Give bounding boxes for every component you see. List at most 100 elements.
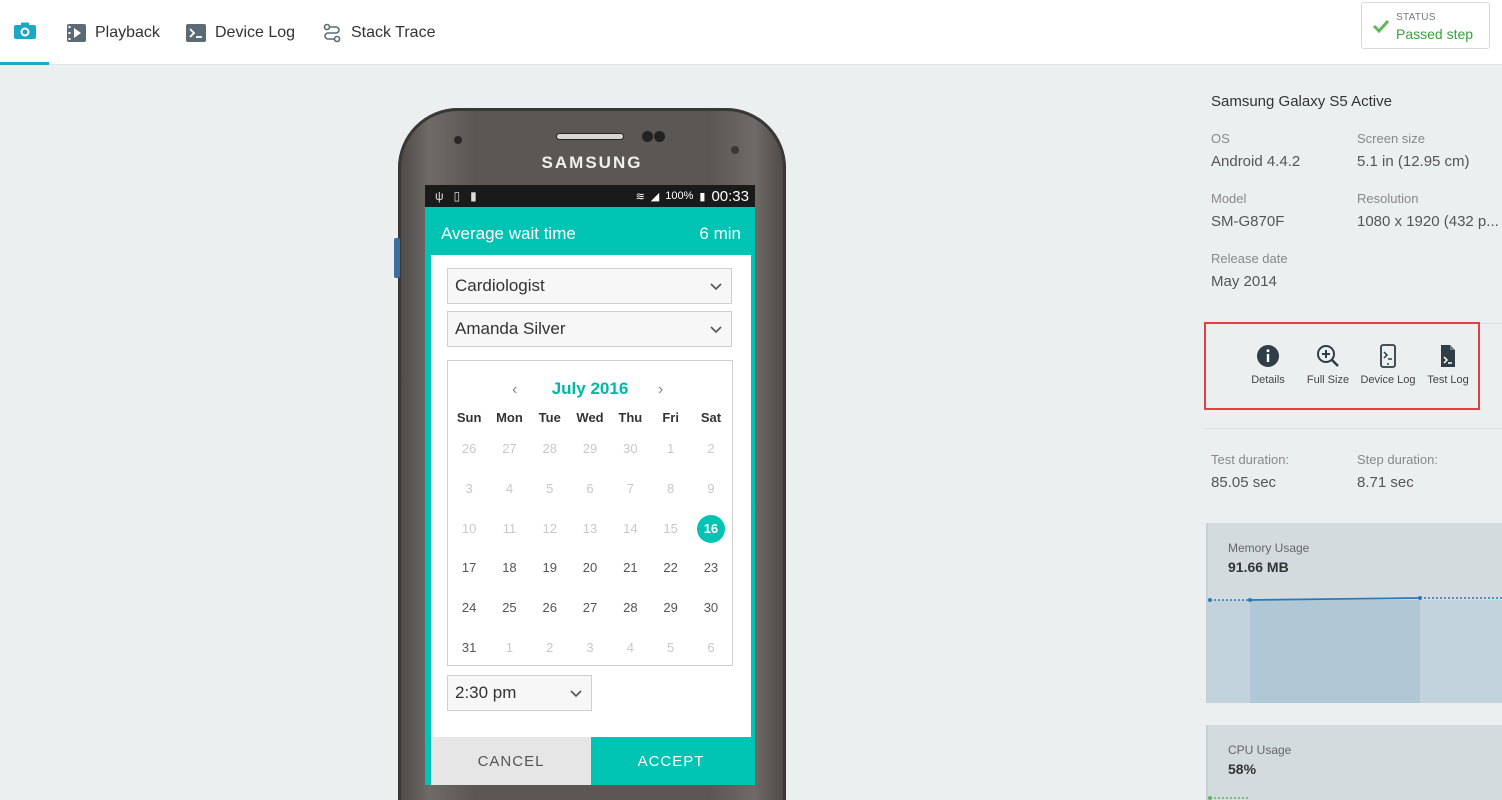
full-size-button[interactable]: Full Size bbox=[1298, 344, 1358, 386]
usb-icon: ψ bbox=[435, 189, 444, 203]
time-select[interactable]: 2:30 pm bbox=[447, 675, 592, 711]
calendar-day: 30 bbox=[623, 441, 638, 456]
calendar-grid: Sun Mon Tue Wed Thu Fri Sat 26 27 28 29 30 1 2 3 4 5 6 7 8 9… bbox=[449, 407, 731, 668]
battery-percent: 100% bbox=[665, 190, 694, 202]
calendar-day[interactable]: 17 bbox=[449, 548, 489, 588]
phone-side-button bbox=[394, 238, 400, 278]
release-date-label: Release date bbox=[1211, 251, 1288, 266]
step-duration-label: Step duration: bbox=[1357, 452, 1438, 467]
test-log-button[interactable]: Test Log bbox=[1418, 344, 1478, 386]
test-log-label: Test Log bbox=[1427, 374, 1469, 386]
weekday-header: Sun bbox=[456, 410, 482, 425]
calendar-day: 11 bbox=[502, 520, 517, 536]
tab-playback[interactable]: Playback bbox=[67, 0, 160, 65]
model-value: SM-G870F bbox=[1211, 213, 1285, 230]
specialty-select[interactable]: Cardiologist bbox=[447, 268, 732, 304]
memory-usage-graph bbox=[1208, 596, 1502, 703]
weekday-header: Thu bbox=[618, 410, 643, 425]
doctor-select[interactable]: Amanda Silver bbox=[447, 311, 732, 347]
model-label: Model bbox=[1211, 191, 1247, 206]
calendar-day: 1 bbox=[667, 441, 675, 456]
screen-size-value: 5.1 in (12.95 cm) bbox=[1357, 153, 1470, 170]
calendar-day[interactable]: 30 bbox=[691, 588, 731, 628]
calendar-day[interactable]: 24 bbox=[449, 588, 489, 628]
calendar-day[interactable]: 28 bbox=[610, 588, 650, 628]
calendar-day[interactable]: 19 bbox=[530, 548, 570, 588]
battery-icon: ▮ bbox=[699, 190, 706, 203]
status-value: Passed step bbox=[1396, 26, 1474, 42]
divider bbox=[1204, 428, 1502, 429]
calendar-day: 4 bbox=[626, 639, 634, 655]
top-toolbar: Playback Device Log Stack Trace STATUS P… bbox=[0, 0, 1502, 65]
calendar-day: 6 bbox=[586, 480, 594, 496]
wifi-icon: ≋ bbox=[635, 190, 645, 203]
booking-dialog: Average wait time 6 min Cardiologist Ama… bbox=[431, 213, 751, 785]
resolution-value: 1080 x 1920 (432 p... bbox=[1357, 213, 1499, 230]
calendar-day[interactable]: 27 bbox=[570, 588, 610, 628]
calendar-day: 29 bbox=[582, 441, 598, 456]
calendar-day: 5 bbox=[546, 480, 554, 496]
chevron-right-icon[interactable]: › bbox=[658, 381, 663, 399]
phone-brand: SAMSUNG bbox=[541, 153, 643, 172]
calendar-day: 10 bbox=[461, 520, 477, 536]
calendar-day: 12 bbox=[542, 520, 557, 536]
accept-button[interactable]: ACCEPT bbox=[591, 737, 751, 785]
details-button[interactable]: Details bbox=[1238, 344, 1298, 386]
phone-camera bbox=[642, 131, 653, 142]
android-statusbar: ψ ▯ ▮ ≋ ◢ 100% ▮ 00:33 bbox=[425, 185, 755, 207]
calendar-day[interactable]: 31 bbox=[449, 628, 489, 668]
chevron-down-icon bbox=[710, 283, 722, 291]
specialty-value: Cardiologist bbox=[455, 276, 545, 295]
calendar-day: 3 bbox=[586, 639, 594, 655]
wait-time-value: 6 min bbox=[699, 224, 741, 243]
calendar-day[interactable]: 23 bbox=[691, 548, 731, 588]
calendar-day: 2 bbox=[707, 441, 715, 456]
date-picker: ‹ July 2016 › Sun Mon Tue Wed Thu Fri Sat 26 27 2… bbox=[447, 360, 733, 666]
tab-device-log[interactable]: Device Log bbox=[186, 0, 295, 65]
cancel-button[interactable]: CANCEL bbox=[431, 737, 591, 785]
weekday-header: Wed bbox=[576, 410, 604, 425]
status-label: STATUS bbox=[1396, 12, 1436, 23]
signal-icon: ◢ bbox=[650, 190, 660, 203]
device-screen: ψ ▯ ▮ ≋ ◢ 100% ▮ 00:33 Average wait time… bbox=[425, 185, 755, 785]
test-log-icon bbox=[1441, 345, 1455, 367]
camera-icon bbox=[13, 22, 36, 39]
doctor-value: Amanda Silver bbox=[455, 319, 566, 338]
memory-usage-card: Memory Usage 91.66 MB bbox=[1206, 523, 1502, 703]
device-log-button[interactable]: Device Log bbox=[1358, 344, 1418, 386]
calendar-day: 14 bbox=[623, 520, 638, 536]
zoom-in-icon bbox=[1317, 345, 1339, 367]
calendar-day: 2 bbox=[546, 639, 554, 655]
terminal-icon bbox=[186, 23, 206, 42]
calendar-day[interactable]: 29 bbox=[650, 588, 690, 628]
calendar-day[interactable]: 22 bbox=[650, 548, 690, 588]
calendar-day[interactable]: 18 bbox=[489, 548, 529, 588]
calendar-month: July 2016 bbox=[551, 379, 629, 398]
wait-time-label: Average wait time bbox=[441, 224, 576, 243]
release-date-value: May 2014 bbox=[1211, 273, 1277, 290]
calendar-day[interactable]: 20 bbox=[570, 548, 610, 588]
calendar-day[interactable]: 26 bbox=[530, 588, 570, 628]
screen-size-label: Screen size bbox=[1357, 131, 1425, 146]
phone-speaker bbox=[556, 133, 624, 140]
calendar-day[interactable]: 25 bbox=[489, 588, 529, 628]
calendar-day[interactable]: 21 bbox=[610, 548, 650, 588]
weekday-header: Fri bbox=[662, 410, 679, 425]
test-duration-label: Test duration: bbox=[1211, 452, 1290, 467]
weekday-header: Sat bbox=[700, 410, 722, 425]
tab-stack-trace[interactable]: Stack Trace bbox=[322, 0, 435, 65]
calendar-day: 8 bbox=[667, 480, 675, 496]
tab-device-log-label: Device Log bbox=[215, 23, 296, 41]
tab-screenshot[interactable] bbox=[0, 0, 49, 65]
calendar-day: 3 bbox=[465, 480, 473, 496]
details-label: Details bbox=[1251, 374, 1285, 386]
cpu-usage-graph bbox=[1208, 796, 1248, 800]
os-value: Android 4.4.2 bbox=[1211, 153, 1301, 170]
calendar-day: 13 bbox=[582, 520, 598, 536]
app-container: Average wait time 6 min Cardiologist Ama… bbox=[425, 207, 755, 785]
full-size-label: Full Size bbox=[1306, 374, 1350, 386]
cpu-usage-card: CPU Usage 58% bbox=[1206, 725, 1502, 800]
calendar-day: 9 bbox=[707, 480, 715, 496]
tab-playback-label: Playback bbox=[95, 23, 160, 41]
calendar-day-selected[interactable]: 16 bbox=[691, 509, 731, 549]
